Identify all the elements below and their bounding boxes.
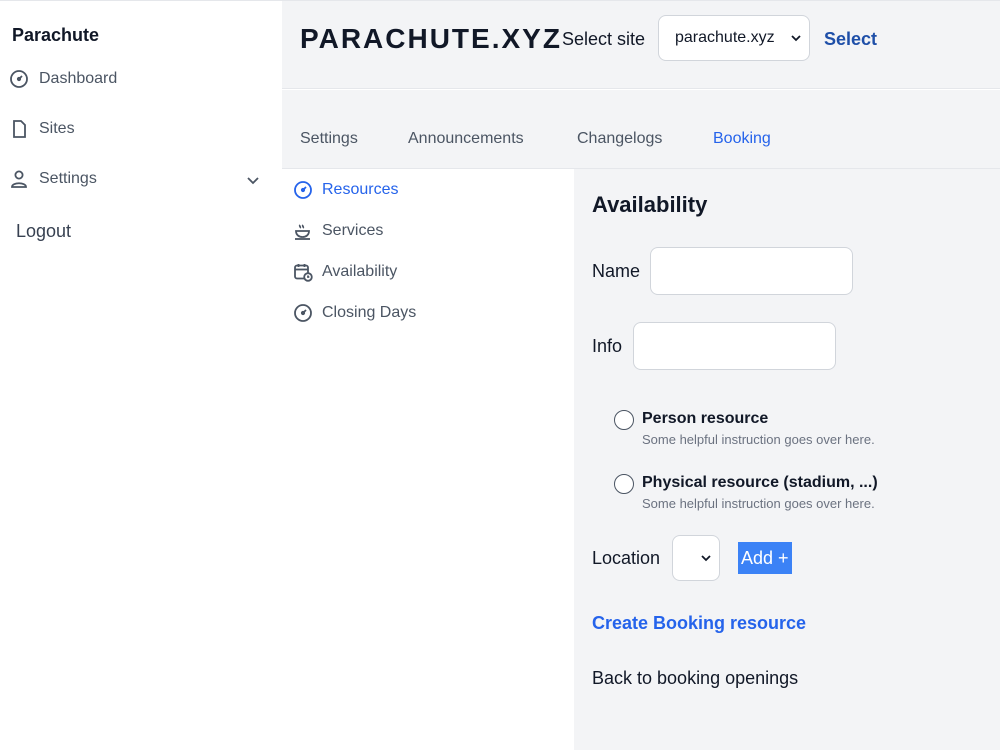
gauge-icon [8,68,30,90]
site-title: PARACHUTE.XYZ [300,23,562,54]
radio-label: Physical resource (stadium, ...) [642,474,878,491]
add-location-button[interactable]: Add + [738,542,792,574]
chevron-down-icon [699,551,713,565]
tab-changelogs[interactable]: Changelogs [577,130,662,148]
availability-form: Availability Name Info Person resource S… [574,169,1000,750]
sidebar-item-settings[interactable]: Settings [8,167,97,191]
gauge-icon [292,179,314,201]
top-header: PARACHUTE.XYZ Select site parachute.xyz … [282,1,1000,89]
file-icon [8,118,30,140]
subnav-item-closing-days[interactable]: Closing Days [292,301,416,325]
logout-link[interactable]: Logout [16,221,71,242]
name-label: Name [592,261,641,281]
sidebar-item-label: Dashboard [39,70,118,87]
select-site-label: Select site [562,29,646,49]
create-booking-resource-button[interactable]: Create Booking resource [592,613,806,634]
sidebar-item-sites[interactable]: Sites [8,117,75,141]
sidebar-item-dashboard[interactable]: Dashboard [8,67,117,91]
sidebar-item-label: Settings [39,170,97,187]
info-input[interactable] [633,322,836,370]
tab-bar: Settings Announcements Changelogs Bookin… [282,90,1000,169]
subnav-item-label: Resources [322,181,399,198]
gauge-icon [292,302,314,324]
location-label: Location [592,548,661,568]
subnav-item-label: Closing Days [322,304,417,321]
subnav-item-resources[interactable]: Resources [292,178,398,202]
tab-booking[interactable]: Booking [713,130,771,148]
info-label: Info [592,336,623,356]
physical-resource-radio[interactable] [614,474,634,494]
subnav-item-availability[interactable]: Availability [292,260,397,284]
sidebar-item-label: Sites [39,120,75,137]
name-input[interactable] [650,247,853,295]
user-icon [8,168,30,190]
radio-help-text: Some helpful instruction goes over here. [642,496,875,511]
tab-settings[interactable]: Settings [300,130,358,148]
calendar-clock-icon [292,261,314,283]
brand-name: Parachute [12,25,100,45]
booking-subnav: Resources Services Availability Closing … [282,169,574,750]
app-root: Parachute Dashboard Sites Settings Logou… [0,0,1000,750]
sidebar: Parachute Dashboard Sites Settings Logou… [0,1,282,750]
chevron-down-icon[interactable] [244,171,262,189]
radio-label: Person resource [642,410,769,427]
person-resource-radio[interactable] [614,410,634,430]
coffee-icon [292,220,314,242]
location-select[interactable] [672,535,720,581]
chevron-down-icon [789,31,803,45]
site-select[interactable]: parachute.xyz [658,15,810,61]
subnav-item-label: Availability [322,263,398,280]
subnav-item-label: Services [322,222,384,239]
form-title: Availability [592,192,708,217]
tab-announcements[interactable]: Announcements [408,130,524,148]
select-site-button[interactable]: Select [824,29,877,50]
subnav-item-services[interactable]: Services [292,219,383,243]
radio-help-text: Some helpful instruction goes over here. [642,432,875,447]
back-to-booking-openings-link[interactable]: Back to booking openings [592,668,798,689]
site-select-value: parachute.xyz [675,29,775,46]
